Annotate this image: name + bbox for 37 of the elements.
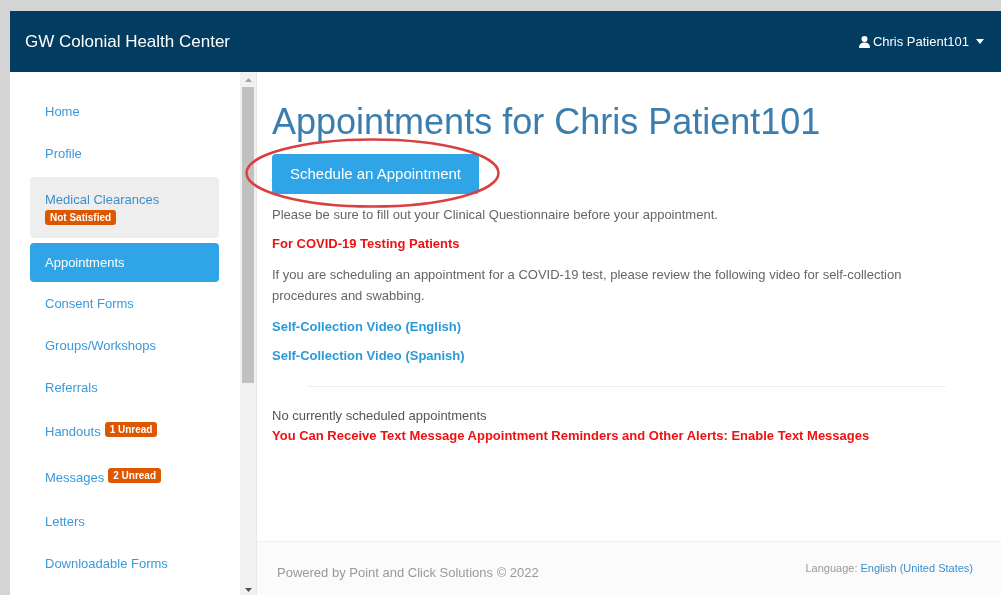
sidebar-item[interactable]: Appointments [30, 243, 219, 282]
scrollbar-thumb[interactable] [242, 87, 254, 383]
sidebar-item-label: Medical Clearances [45, 190, 161, 209]
scroll-up-icon [244, 78, 252, 82]
language-link[interactable]: English (United States) [860, 560, 973, 577]
sidebar-item[interactable]: Handouts 1 Unread [30, 409, 219, 455]
powered-by-text: Powered by Point and Click Solutions © 2022 [277, 563, 539, 582]
questionnaire-notice: Please be sure to fill out your Clinical Questionnaire before your appointment. [272, 206, 719, 224]
status-badge: 2 Unread [108, 468, 162, 484]
sidebar-item[interactable]: Downloadable Forms [30, 543, 219, 585]
sidebar-item[interactable]: Messages 2 Unread [30, 455, 219, 501]
video-link[interactable]: Self-Collection Video (Spanish) [272, 346, 465, 366]
sidebar-item-label: Messages [45, 469, 105, 488]
scrollbar[interactable] [240, 72, 256, 595]
status-badge: 1 Unread [104, 422, 158, 438]
caret-icon [976, 39, 984, 44]
sidebar-item[interactable]: Home [30, 91, 219, 133]
schedule-appointment-button[interactable]: Schedule an Appointment [272, 154, 479, 194]
sidebar-item[interactable]: Referrals [30, 367, 219, 409]
page-title: Appointments for Chris Patient101 [272, 102, 822, 142]
status-badge: Not Satisfied [45, 210, 117, 226]
scroll-down-icon [244, 588, 252, 592]
no-appointments-text: No currently scheduled appointments [272, 407, 488, 425]
covid-heading: For COVID-19 Testing Patients [272, 235, 461, 253]
sidebar-item[interactable]: Letters [30, 501, 219, 543]
user-menu[interactable]: Chris Patient101 [858, 31, 984, 52]
user-icon [858, 35, 870, 48]
language-label: Language: [805, 561, 858, 577]
covid-instructions: If you are scheduling an appointment for a COVID-19 test, please review the following video for self-collection procedures and swabbing. [272, 266, 903, 305]
site-title[interactable]: GW Colonial Health Center [25, 28, 231, 55]
text-reminders-note: You Can Receive Text Message Appointment Reminders and Other Alerts: Enable Text Messages [272, 427, 871, 445]
video-link[interactable]: Self-Collection Video (English) [272, 317, 461, 337]
sidebar-item[interactable]: Consent Forms [30, 283, 219, 325]
sidebar-item-label: Handouts [45, 423, 101, 442]
sidebar-item[interactable]: Groups/Workshops [30, 325, 219, 367]
sidebar-item[interactable]: Medical Clearances Not Satisfied [30, 177, 219, 238]
sidebar-item[interactable]: Profile [30, 133, 219, 175]
